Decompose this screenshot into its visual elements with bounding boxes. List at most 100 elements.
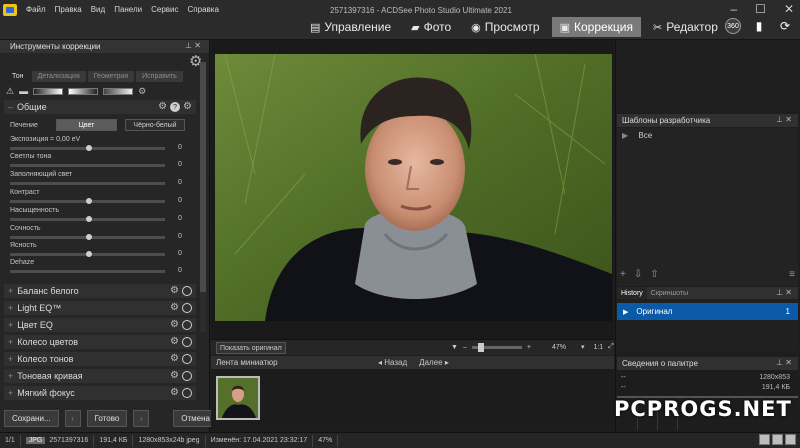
- clarity-slider[interactable]: [10, 251, 165, 257]
- export-preset-icon[interactable]: ⇧: [650, 269, 658, 280]
- section-tone-wheels[interactable]: + Колесо тонов ⚙: [4, 352, 196, 366]
- tool-settings-icon[interactable]: ⚙: [138, 86, 146, 97]
- reset-circle-icon[interactable]: [182, 371, 192, 381]
- gear-icon[interactable]: ⚙: [170, 370, 179, 381]
- slider-knob[interactable]: [86, 216, 92, 222]
- section-white-balance[interactable]: + Баланс белого ⚙: [4, 284, 196, 298]
- add-preset-icon[interactable]: +: [620, 269, 626, 280]
- gear-icon[interactable]: ⚙: [170, 387, 179, 398]
- gear-icon[interactable]: ⚙: [170, 319, 179, 330]
- zoom-slider[interactable]: [471, 342, 522, 352]
- mode-photos[interactable]: ▰ Фото: [403, 17, 459, 37]
- section-tone-curve[interactable]: + Тоновая кривая ⚙: [4, 369, 196, 383]
- pin-close-icon[interactable]: ⊥ ✕: [185, 41, 201, 50]
- vibrance-slider[interactable]: [10, 234, 165, 240]
- exposure-slider[interactable]: [10, 145, 165, 151]
- zoom-out-icon[interactable]: –: [463, 344, 467, 351]
- reset-circle-icon[interactable]: [182, 286, 192, 296]
- saturation-slider[interactable]: [10, 216, 165, 222]
- dashboard-icon[interactable]: ▮: [751, 18, 767, 34]
- view-360-icon[interactable]: 360: [725, 18, 741, 34]
- mode-view[interactable]: ◉ Просмотр: [463, 17, 547, 37]
- black-white-button[interactable]: Чёрно-белый: [125, 119, 185, 131]
- fit-screen-icon[interactable]: ⤢: [608, 343, 614, 351]
- menu-panels[interactable]: Панели: [114, 5, 142, 14]
- maximize-icon[interactable]: ☐: [755, 2, 766, 16]
- menu-help[interactable]: Справка: [188, 5, 219, 14]
- tab-geometry[interactable]: Геометрия: [87, 71, 135, 82]
- reset-circle-icon[interactable]: [182, 388, 192, 398]
- menu-edit[interactable]: Правка: [55, 5, 82, 14]
- gear-icon[interactable]: ⚙: [158, 101, 167, 112]
- section-color-eq[interactable]: + Цвет EQ ⚙: [4, 318, 196, 332]
- mode-edit[interactable]: ✂ Редактор: [645, 17, 726, 37]
- presets-menu-icon[interactable]: ≡: [789, 269, 795, 280]
- highlights-slider[interactable]: [10, 164, 165, 167]
- slider-knob[interactable]: [86, 251, 92, 257]
- status-toggle-icon[interactable]: [772, 434, 783, 445]
- actual-size-button[interactable]: 1:1: [593, 344, 603, 351]
- filmstrip-next-button[interactable]: Далее ▸: [419, 358, 449, 367]
- status-toggle-icon[interactable]: [759, 434, 770, 445]
- slider-knob[interactable]: [86, 234, 92, 240]
- tab-snapshots[interactable]: Скриншоты: [647, 287, 692, 299]
- reset-circle-icon[interactable]: [182, 354, 192, 364]
- color-button[interactable]: Цвет: [56, 119, 117, 131]
- pin-close-icon[interactable]: ⊥ ✕: [776, 358, 792, 367]
- tools-scrollbar[interactable]: [200, 62, 206, 332]
- show-original-button[interactable]: Показать оригинал: [216, 342, 286, 354]
- tab-history[interactable]: History: [617, 287, 647, 299]
- section-general[interactable]: – Общие ⚙ ? ⚙: [4, 100, 196, 114]
- scrollbar-thumb[interactable]: [200, 62, 206, 292]
- warning-icon[interactable]: ⚠: [6, 86, 14, 97]
- slider-knob[interactable]: [86, 198, 92, 204]
- reset-circle-icon[interactable]: [182, 320, 192, 330]
- reset-circle-icon[interactable]: [182, 303, 192, 313]
- gear-icon[interactable]: ⚙: [183, 101, 192, 112]
- acdsee-logo-icon[interactable]: [3, 4, 17, 16]
- tab-tone[interactable]: Тон: [6, 71, 30, 82]
- previous-arrow-icon[interactable]: ‹: [64, 410, 81, 427]
- zoom-knob[interactable]: [477, 342, 484, 352]
- section-soft-focus[interactable]: + Мягкий фокус ⚙: [4, 386, 196, 400]
- edited-photo[interactable]: [215, 54, 612, 321]
- gear-icon[interactable]: ⚙: [170, 336, 179, 347]
- shadow-gradient[interactable]: [33, 87, 64, 95]
- done-button[interactable]: Готово: [86, 410, 128, 427]
- help-icon[interactable]: ?: [170, 102, 181, 112]
- close-icon[interactable]: ✕: [784, 2, 794, 16]
- mid-gradient[interactable]: [68, 87, 99, 95]
- menu-tools[interactable]: Сервис: [151, 5, 178, 14]
- zoom-menu-icon[interactable]: ▼: [451, 344, 458, 351]
- pin-close-icon[interactable]: ⊥ ✕: [776, 288, 792, 297]
- section-color-wheel[interactable]: + Колесо цветов ⚙: [4, 335, 196, 349]
- expand-triangle-icon[interactable]: ▶: [622, 131, 628, 140]
- save-button[interactable]: Сохрани...: [4, 410, 59, 427]
- filmstrip-back-button[interactable]: ◂ Назад: [378, 358, 407, 367]
- zoom-in-icon[interactable]: +: [527, 344, 531, 351]
- import-preset-icon[interactable]: ⇩: [634, 269, 642, 280]
- preset-all[interactable]: ▶ Все: [622, 131, 652, 140]
- dehaze-slider[interactable]: [10, 270, 165, 273]
- gear-icon[interactable]: ⚙: [170, 285, 179, 296]
- curve-icon[interactable]: ▬: [19, 86, 28, 96]
- status-toggle-icon[interactable]: [785, 434, 796, 445]
- mode-develop[interactable]: ▣ Коррекция: [551, 17, 642, 37]
- history-entry-original[interactable]: ▶ Оригинал 1: [617, 303, 798, 320]
- tab-detail[interactable]: Детализация: [31, 71, 86, 82]
- reset-circle-icon[interactable]: [182, 337, 192, 347]
- highlight-gradient[interactable]: [103, 87, 134, 95]
- mode-manage[interactable]: ▤ Управление: [302, 17, 399, 37]
- zoom-dropdown-icon[interactable]: ▾: [581, 343, 585, 351]
- section-light-eq[interactable]: + Light EQ™ ⚙: [4, 301, 196, 315]
- online-icon[interactable]: ⟳: [777, 18, 793, 34]
- menu-view[interactable]: Вид: [91, 5, 105, 14]
- filmstrip-thumbnail[interactable]: [216, 376, 260, 420]
- pin-close-icon[interactable]: ⊥ ✕: [776, 115, 792, 124]
- next-arrow-icon[interactable]: ›: [133, 410, 150, 427]
- fill-light-slider[interactable]: [10, 182, 165, 185]
- tab-repair[interactable]: Исправить: [136, 71, 183, 82]
- minimize-icon[interactable]: –: [730, 2, 737, 16]
- gear-icon[interactable]: ⚙: [170, 353, 179, 364]
- gear-icon[interactable]: ⚙: [170, 302, 179, 313]
